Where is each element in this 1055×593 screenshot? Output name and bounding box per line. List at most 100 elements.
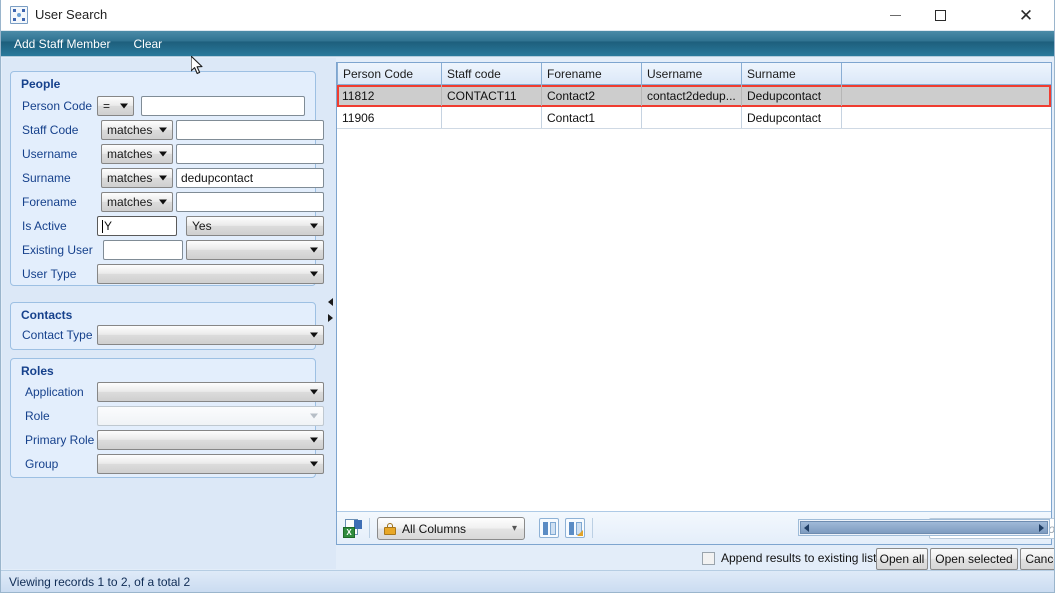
- panel-splitter[interactable]: [325, 58, 336, 569]
- label-contact-type: Contact Type: [22, 328, 93, 342]
- collapse-left-icon[interactable]: [328, 298, 333, 306]
- chevron-down-icon: [310, 333, 318, 338]
- input-surname-value: dedupcontact: [181, 171, 253, 185]
- chevron-down-icon: [310, 414, 318, 419]
- label-is-active: Is Active: [22, 219, 67, 233]
- chevron-down-icon: [159, 128, 167, 133]
- column-header-username[interactable]: Username: [642, 63, 742, 84]
- label-primary-role: Primary Role: [25, 433, 94, 447]
- operator-forename[interactable]: matches: [101, 192, 173, 212]
- chevron-down-icon: ▾: [512, 523, 517, 534]
- operator-username[interactable]: matches: [101, 144, 173, 164]
- table-row[interactable]: 11812 CONTACT11 Contact2 contact2dedup..…: [337, 85, 1051, 107]
- label-staff-code: Staff Code: [22, 123, 78, 137]
- cancel-button[interactable]: Cancel: [1020, 548, 1055, 570]
- input-is-active-value: Y: [104, 219, 112, 233]
- menu-item-clear[interactable]: Clear: [124, 33, 173, 55]
- select-existing-user[interactable]: [186, 240, 324, 260]
- select-is-active-value: Yes: [192, 219, 212, 233]
- label-group: Group: [25, 457, 58, 471]
- chevron-down-icon: [120, 104, 128, 109]
- label-username: Username: [22, 147, 77, 161]
- input-surname[interactable]: dedupcontact: [176, 168, 324, 188]
- input-username[interactable]: [176, 144, 324, 164]
- open-all-button[interactable]: Open all: [876, 548, 928, 570]
- excel-export-icon[interactable]: X: [343, 519, 362, 538]
- operator-staff-code[interactable]: matches: [101, 120, 173, 140]
- label-existing-user: Existing User: [22, 243, 93, 257]
- cell-filler: [842, 85, 1051, 106]
- mouse-cursor: [191, 56, 205, 76]
- operator-person-code-value: =: [103, 99, 110, 113]
- minimize-button[interactable]: [873, 0, 918, 30]
- column-header-surname[interactable]: Surname: [742, 63, 842, 84]
- group-people: People Person Code = Staff Code matches …: [10, 71, 316, 286]
- column-header-person-code[interactable]: Person Code: [337, 63, 442, 84]
- group-contacts: Contacts Contact Type: [10, 302, 316, 350]
- action-bar: Append results to existing list Open all…: [336, 547, 1052, 571]
- maximize-button[interactable]: [918, 0, 963, 30]
- operator-surname[interactable]: matches: [101, 168, 173, 188]
- operator-person-code[interactable]: =: [97, 96, 134, 116]
- select-contact-type[interactable]: [97, 325, 324, 345]
- scroll-right-icon[interactable]: [1039, 524, 1044, 532]
- operator-forename-value: matches: [107, 195, 152, 209]
- label-surname: Surname: [22, 171, 71, 185]
- cell-username: [642, 107, 742, 128]
- column-header-filler[interactable]: [842, 63, 1051, 84]
- cell-forename: Contact2: [542, 85, 642, 106]
- operator-staff-code-value: matches: [107, 123, 152, 137]
- grid-layout-icon[interactable]: [539, 518, 559, 538]
- menu-item-add-staff-member[interactable]: Add Staff Member: [4, 33, 121, 55]
- toolbar-separator: [592, 518, 593, 538]
- label-user-type: User Type: [22, 267, 76, 281]
- title-bar: User Search ✕: [1, 0, 1055, 31]
- select-group[interactable]: [97, 454, 324, 474]
- column-header-forename[interactable]: Forename: [542, 63, 642, 84]
- select-application[interactable]: [97, 382, 324, 402]
- select-role[interactable]: [97, 406, 324, 426]
- chevron-down-icon: [159, 176, 167, 181]
- select-is-active[interactable]: Yes: [186, 216, 324, 236]
- group-roles: Roles Application Role Primary Role Grou…: [10, 358, 316, 478]
- append-results-label: Append results to existing list: [721, 551, 876, 565]
- cell-person-code: 11812: [337, 85, 442, 106]
- label-application: Application: [25, 385, 84, 399]
- input-forename[interactable]: [176, 192, 324, 212]
- operator-username-value: matches: [107, 147, 152, 161]
- cell-person-code: 11906: [337, 107, 442, 128]
- close-button[interactable]: ✕: [996, 0, 1055, 30]
- label-forename: Forename: [22, 195, 77, 209]
- input-staff-code[interactable]: [176, 120, 324, 140]
- columns-selector[interactable]: All Columns ▾: [377, 517, 525, 540]
- app-icon: [10, 6, 28, 24]
- chevron-down-icon: [310, 272, 318, 277]
- scroll-left-icon[interactable]: [804, 524, 809, 532]
- column-header-staff-code[interactable]: Staff code: [442, 63, 542, 84]
- operator-surname-value: matches: [107, 171, 152, 185]
- columns-selector-label: All Columns: [402, 522, 466, 536]
- search-criteria-panel: People Person Code = Staff Code matches …: [2, 58, 325, 569]
- input-person-code[interactable]: [141, 96, 305, 116]
- chevron-down-icon: [159, 200, 167, 205]
- input-is-active[interactable]: Y: [97, 216, 177, 236]
- grid-header-row: Person Code Staff code Forename Username…: [337, 63, 1051, 85]
- group-roles-title: Roles: [21, 364, 54, 378]
- select-user-type[interactable]: [97, 264, 324, 284]
- chevron-down-icon: [310, 224, 318, 229]
- label-person-code: Person Code: [22, 99, 92, 113]
- group-people-title: People: [21, 77, 60, 91]
- status-text: Viewing records 1 to 2, of a total 2: [9, 575, 190, 589]
- select-primary-role[interactable]: [97, 430, 324, 450]
- input-existing-user[interactable]: [103, 240, 183, 260]
- chevron-down-icon: [310, 438, 318, 443]
- expand-right-icon[interactable]: [328, 314, 333, 322]
- table-row[interactable]: 11906 Contact1 Dedupcontact: [337, 107, 1051, 129]
- grid-edit-layout-icon[interactable]: [565, 518, 585, 538]
- horizontal-scrollbar[interactable]: [798, 519, 1050, 536]
- group-contacts-title: Contacts: [21, 308, 72, 322]
- append-results-checkbox[interactable]: [702, 552, 715, 565]
- open-selected-button[interactable]: Open selected: [930, 548, 1018, 570]
- user-search-window: User Search ✕ Add Staff Member Clear Peo…: [0, 0, 1055, 593]
- scrollbar-thumb[interactable]: [800, 521, 1048, 534]
